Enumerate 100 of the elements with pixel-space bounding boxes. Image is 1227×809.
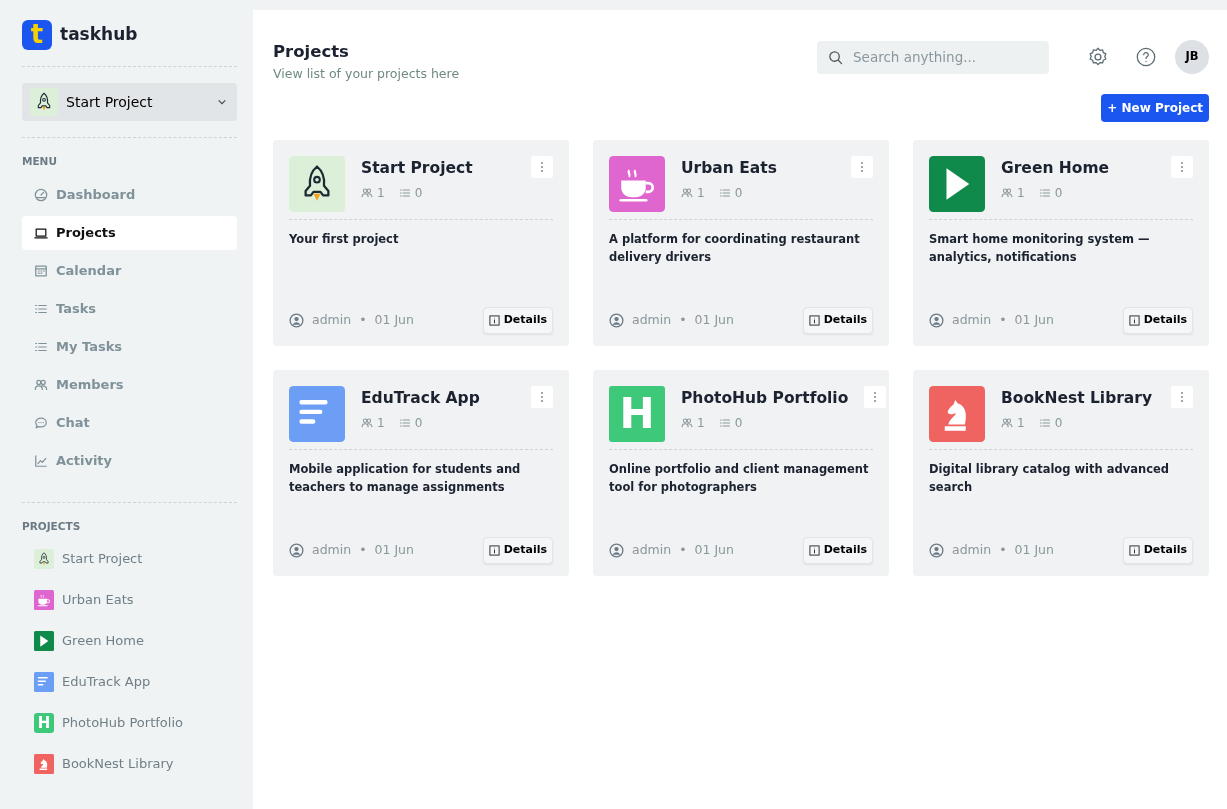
more-options-icon[interactable]	[531, 385, 553, 408]
project-nav-item[interactable]: Urban Eats	[22, 579, 237, 621]
menu-item[interactable]: Calendar	[22, 253, 237, 288]
details-button[interactable]: Details	[1122, 537, 1193, 564]
settings-icon[interactable]	[1087, 46, 1109, 68]
users-icon	[34, 377, 48, 392]
details-button[interactable]: Details	[482, 307, 553, 334]
project-description: Online portfolio and client management tool for photographers	[609, 460, 870, 497]
more-options-icon[interactable]	[1171, 385, 1193, 408]
lines-icon	[34, 672, 54, 692]
rocket-icon	[34, 549, 54, 569]
task-count: 0	[734, 414, 743, 432]
created-date: 01 Jun	[1014, 540, 1054, 559]
list-icon	[398, 416, 411, 429]
info-icon	[1128, 544, 1140, 556]
user-icon	[609, 312, 624, 328]
brand-name: taskhub	[60, 23, 138, 47]
project-title: Start Project	[361, 157, 474, 179]
letter-icon: H	[34, 713, 54, 733]
owner-name: admin	[312, 540, 352, 559]
list-icon	[718, 186, 731, 199]
project-nav-item[interactable]: Green Home	[22, 620, 237, 662]
project-description: Your first project	[289, 230, 400, 248]
users-icon	[361, 186, 373, 199]
project-description: Smart home monitoring system — analytics, notifications	[929, 230, 1151, 267]
new-project-button[interactable]: + New Project	[1101, 93, 1209, 122]
member-count: 1	[697, 184, 705, 202]
task-count: 0	[734, 184, 743, 202]
task-count: 0	[1054, 414, 1063, 432]
details-button[interactable]: Details	[802, 537, 873, 564]
menu-item[interactable]: Dashboard	[22, 177, 237, 212]
users-icon	[361, 416, 373, 429]
list-icon	[398, 186, 411, 199]
owner-name: admin	[312, 310, 352, 329]
user-icon	[289, 542, 304, 558]
users-icon	[1001, 186, 1013, 199]
users-icon	[681, 186, 693, 199]
project-switcher[interactable]: Start Project	[22, 83, 237, 121]
rocket-icon	[289, 155, 345, 212]
created-date: 01 Jun	[1014, 310, 1054, 329]
more-options-icon[interactable]	[531, 155, 553, 178]
menu-item[interactable]: Members	[22, 367, 237, 402]
created-date: 01 Jun	[694, 310, 734, 329]
letter-icon: H	[609, 385, 665, 442]
menu-item[interactable]: Activity	[22, 443, 237, 478]
play-icon	[34, 631, 54, 651]
cup-icon	[609, 155, 665, 212]
user-icon	[609, 542, 624, 558]
menu-item[interactable]: Projects	[22, 215, 237, 250]
menu-item[interactable]: Chat	[22, 405, 237, 440]
page-subtitle: View list of your projects here	[273, 64, 460, 83]
project-description: Mobile application for students and teachers to manage assignments	[289, 460, 522, 497]
details-button[interactable]: Details	[802, 307, 873, 334]
page-title: Projects	[273, 41, 350, 63]
separator-dot: •	[679, 540, 687, 559]
created-date: 01 Jun	[374, 310, 414, 329]
separator-dot: •	[359, 540, 367, 559]
task-count: 0	[414, 184, 423, 202]
section-heading: MENU	[22, 154, 58, 169]
menu-item[interactable]: Tasks	[22, 291, 237, 326]
separator-dot: •	[679, 310, 687, 329]
project-nav-item[interactable]: Start Project	[22, 538, 237, 580]
member-count: 1	[697, 414, 705, 432]
user-avatar[interactable]: JB	[1175, 40, 1209, 74]
project-title: Urban Eats	[681, 157, 778, 179]
member-count: 1	[1017, 184, 1025, 202]
chess-knight-icon	[929, 385, 985, 442]
project-description: Digital library catalog with advanced search	[929, 460, 1171, 497]
users-icon	[1001, 416, 1013, 429]
more-options-icon[interactable]	[864, 385, 887, 408]
project-nav-item[interactable]: EduTrack App	[22, 661, 237, 703]
details-button[interactable]: Details	[482, 537, 553, 564]
project-nav-item[interactable]: BookNest Library	[22, 743, 237, 785]
user-icon	[929, 312, 944, 328]
info-icon	[488, 544, 500, 556]
more-options-icon[interactable]	[1171, 155, 1193, 178]
calendar-icon	[34, 263, 48, 278]
separator-dot: •	[999, 310, 1007, 329]
member-count: 1	[377, 184, 385, 202]
search-field[interactable]: Search anything...	[817, 40, 1049, 74]
chevron-down-icon	[217, 97, 227, 107]
rocket-icon	[30, 88, 58, 116]
chat-icon	[34, 415, 48, 430]
cup-icon	[34, 590, 54, 610]
list-icon	[1038, 186, 1051, 199]
gauge-icon	[34, 187, 48, 202]
info-icon	[808, 314, 820, 326]
details-button[interactable]: Details	[1122, 307, 1193, 334]
section-heading: PROJECTS	[22, 518, 82, 534]
help-icon[interactable]	[1135, 46, 1157, 68]
play-icon	[929, 155, 985, 212]
created-date: 01 Jun	[694, 540, 734, 559]
task-count: 0	[1054, 184, 1063, 202]
more-options-icon[interactable]	[851, 155, 873, 178]
owner-name: admin	[632, 540, 672, 559]
project-nav-item[interactable]: H PhotoHub Portfolio	[22, 702, 237, 744]
owner-name: admin	[952, 310, 992, 329]
member-count: 1	[1017, 414, 1025, 432]
menu-item[interactable]: My Tasks	[22, 329, 237, 364]
separator-dot: •	[999, 540, 1007, 559]
